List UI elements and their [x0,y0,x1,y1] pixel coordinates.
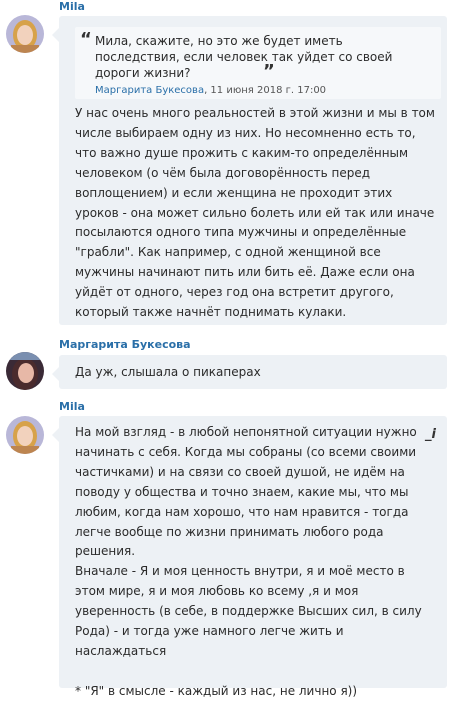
author-name[interactable]: Mila [59,0,85,13]
author-name[interactable]: Маргарита Букесова [59,338,191,351]
comment-bubble: _i На мой взгляд - в любой непонятной си… [52,416,447,698]
avatar[interactable] [6,416,44,454]
author-name[interactable]: Mila [59,400,85,413]
comment-text: На мой взгляд - в любой непонятной ситуа… [75,425,422,698]
comment-bubble: “ Мила, скажите, но это же будет иметь п… [52,16,447,325]
avatar[interactable] [6,352,44,390]
comment-text: У нас очень много реальностей в этой жиз… [75,106,435,320]
comment-bubble: Да уж, слышала о пикаперах [52,355,447,389]
comment-text: Да уж, слышала о пикаперах [75,365,261,379]
quote-citation: Маргарита Букесова, 11 июня 2018 г. 17:0… [95,85,326,96]
open-quote-icon: “ [80,29,92,50]
quote-date: , 11 июня 2018 г. 17:00 [204,85,327,96]
quote-text: Мила, скажите, но это же будет иметь пос… [95,34,393,80]
quote-block: “ Мила, скажите, но это же будет иметь п… [75,27,441,99]
quote-author-link[interactable]: Маргарита Букесова [95,85,204,96]
avatar[interactable] [6,15,44,53]
close-quote-icon: ” [263,61,275,82]
